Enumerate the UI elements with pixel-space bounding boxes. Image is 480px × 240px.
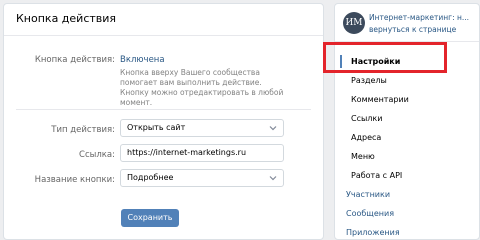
- chevron-down-icon: [269, 126, 277, 131]
- link-input[interactable]: https://internet-marketings.ru: [120, 144, 284, 162]
- action-button-settings-card: Кнопка действия Кнопка действия: Включен…: [3, 3, 324, 240]
- button-name-select[interactable]: Подробнее: [120, 169, 284, 187]
- button-name-value: Подробнее: [127, 173, 174, 182]
- description-text: Кнопка вверху Вашего сообщества помогает…: [120, 68, 284, 107]
- sidebar-item-messages[interactable]: Сообщения: [335, 204, 479, 223]
- sidebar-item-members[interactable]: Участники: [335, 185, 479, 204]
- sidebar-item-links[interactable]: Ссылки: [335, 109, 479, 128]
- back-to-page-link[interactable]: вернуться к странице: [369, 25, 479, 34]
- sidebar-item-comments[interactable]: Комментарии: [335, 90, 479, 109]
- action-type-label: Тип действия:: [51, 125, 115, 135]
- chevron-down-icon: [269, 176, 277, 181]
- status-label: Кнопка действия:: [34, 55, 115, 65]
- page-title: Кнопка действия: [4, 4, 323, 36]
- highlight-frame: [323, 42, 447, 73]
- sidebar-item-addresses[interactable]: Адреса: [335, 128, 479, 147]
- action-type-select[interactable]: Открыть сайт: [120, 119, 284, 137]
- save-button[interactable]: Сохранить: [121, 209, 179, 227]
- divider: [16, 109, 311, 110]
- sidebar-item-sections[interactable]: Разделы: [335, 71, 479, 90]
- avatar[interactable]: ИМ: [343, 12, 365, 34]
- group-name-link[interactable]: Интернет-маркетинг: н...: [369, 13, 479, 22]
- settings-sidebar: ИМ Интернет-маркетинг: н... вернуться к …: [334, 3, 480, 240]
- sidebar-item-api[interactable]: Работа с API: [335, 166, 479, 185]
- sidebar-item-apps[interactable]: Приложения: [335, 223, 479, 239]
- status-value-link[interactable]: Включена: [120, 55, 165, 65]
- sidebar-item-menu[interactable]: Меню: [335, 147, 479, 166]
- action-type-value: Открыть сайт: [127, 123, 186, 132]
- button-name-label: Название кнопки:: [34, 175, 115, 185]
- group-header: ИМ Интернет-маркетинг: н... вернуться к …: [335, 4, 479, 42]
- link-label: Ссылка:: [79, 150, 115, 160]
